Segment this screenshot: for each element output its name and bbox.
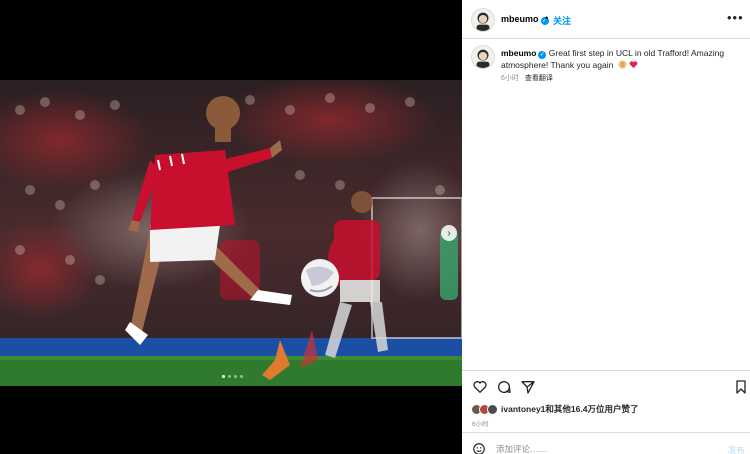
post-comment-button[interactable]: 发布 (728, 444, 745, 454)
author-username[interactable]: mbeumo ✓ (501, 14, 549, 25)
author-avatar[interactable] (471, 8, 495, 32)
post-side-panel: mbeumo ✓ • 关注 ••• mbeumo ✓ Great first ste… (462, 0, 750, 454)
share-icon[interactable] (520, 379, 536, 395)
liker-avatar (487, 403, 498, 415)
liker-username[interactable]: ivantoney1 (501, 404, 545, 414)
post-photo (0, 80, 462, 386)
see-translation-link[interactable]: 查看翻译 (525, 75, 553, 82)
post-caption: mbeumo ✓ Great first step in UCL in old T… (501, 47, 741, 71)
post-media: › (0, 0, 462, 454)
caption-avatar[interactable] (471, 45, 495, 69)
bookmark-icon[interactable] (733, 379, 749, 395)
verified-icon: ✓ (538, 51, 547, 59)
header-divider (462, 38, 750, 39)
post-timestamp: 6小时 (472, 421, 489, 428)
heart-icon[interactable] (472, 379, 488, 395)
post-dialog: › mbeumo ✓ • 关注 ••• mbeumo ✓ Great first… (0, 0, 750, 454)
post-actions (471, 379, 749, 395)
carousel-dot (234, 375, 237, 378)
caption-meta: 6小时 查看翻译 (501, 73, 553, 83)
likes-count-text: 和其他16.4万位用户赞了 (545, 404, 639, 414)
comment-icon[interactable] (496, 379, 512, 395)
red-heart-emoji-icon (629, 61, 638, 69)
follow-button[interactable]: 关注 (553, 14, 571, 27)
actions-divider (462, 370, 750, 371)
comment-input[interactable] (496, 444, 696, 454)
likes-summary[interactable]: ivantoney1和其他16.4万位用户赞了 (471, 403, 638, 415)
carousel-dot (228, 375, 231, 378)
smile-icon[interactable] (472, 442, 486, 454)
carousel-dot (222, 375, 225, 378)
header-separator: • (545, 13, 549, 23)
hands-emoji-icon (618, 60, 627, 69)
post-time: 6小时 (501, 75, 519, 82)
comment-divider (462, 432, 750, 433)
carousel-dot (240, 375, 243, 378)
caption-username[interactable]: mbeumo (501, 48, 536, 58)
more-icon[interactable]: ••• (727, 10, 744, 25)
carousel-indicator (222, 375, 243, 378)
likes-text: ivantoney1和其他16.4万位用户赞了 (501, 403, 638, 415)
next-slide-button[interactable]: › (441, 225, 457, 241)
author-username-text: mbeumo (501, 14, 539, 24)
chevron-right-icon: › (447, 227, 451, 239)
